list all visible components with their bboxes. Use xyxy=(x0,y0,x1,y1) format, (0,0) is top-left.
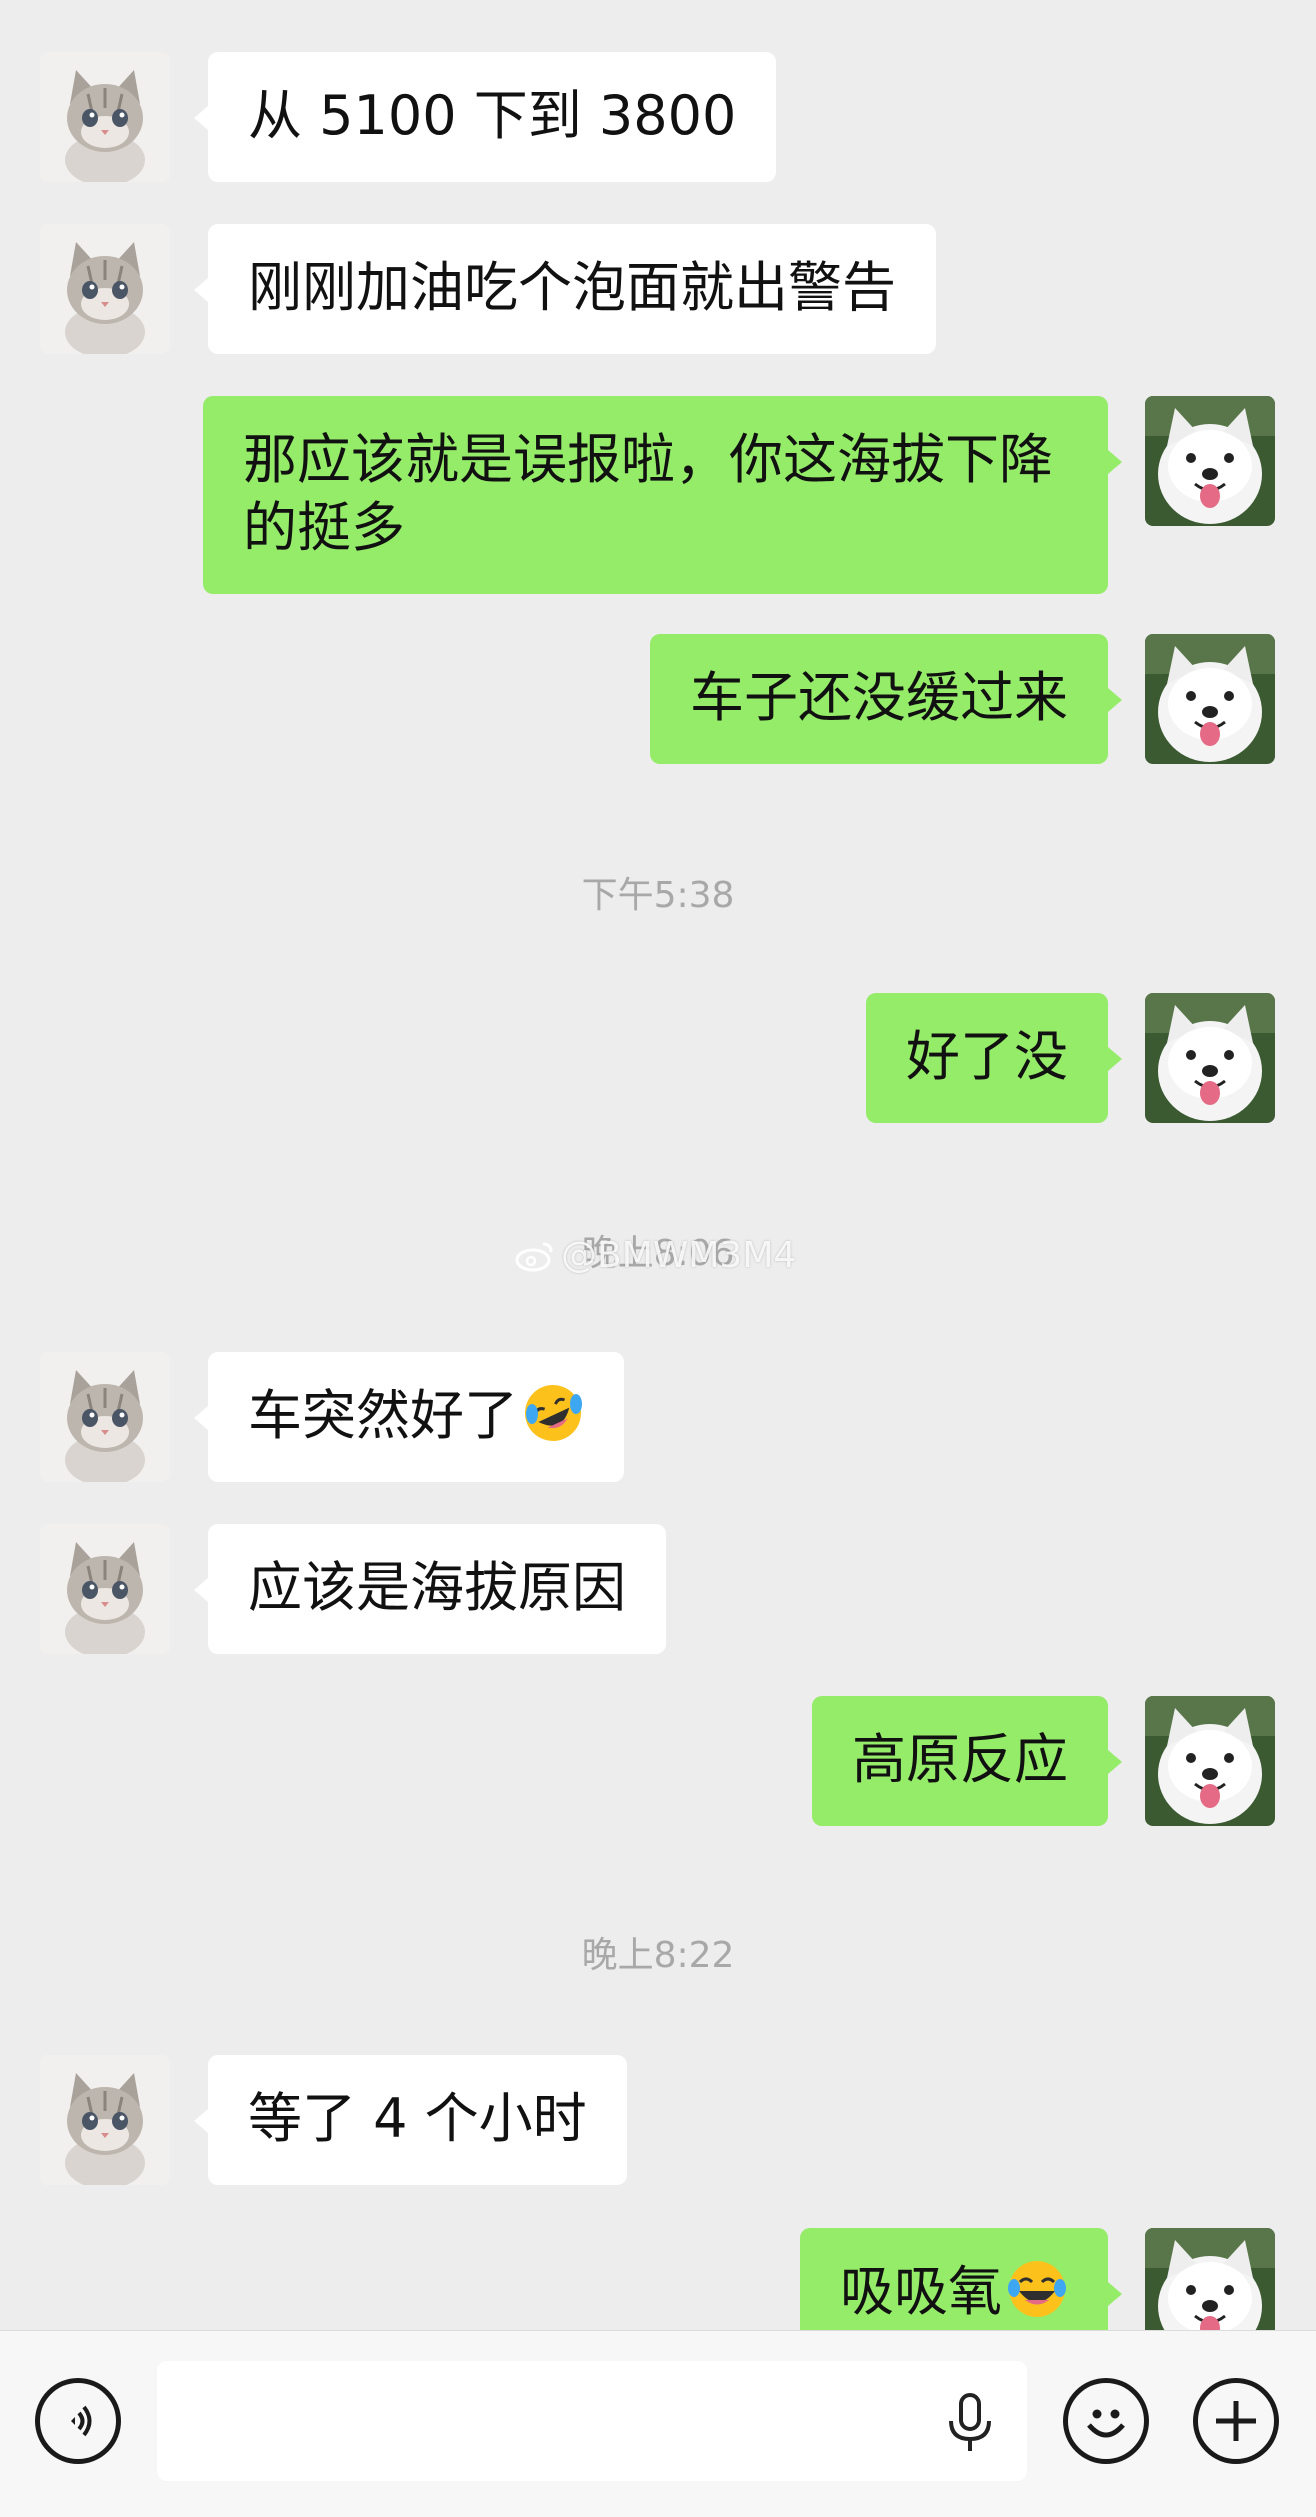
message-text: 车突然好了 xyxy=(248,1384,518,1447)
outgoing-message-bubble[interactable]: 车子还没缓过来 xyxy=(650,634,1122,764)
incoming-message-bubble[interactable]: 等了 4 个小时 xyxy=(194,2055,627,2185)
kitten-avatar[interactable] xyxy=(40,52,170,182)
emoji-icon xyxy=(1087,2409,1125,2438)
message-text: 从 5100 下到 3800 xyxy=(248,84,737,147)
samoyed-avatar[interactable] xyxy=(1145,634,1275,764)
voice-button[interactable] xyxy=(35,2378,121,2464)
message-timestamp: 晚上8:22 xyxy=(581,1935,735,1976)
outgoing-message-bubble[interactable]: 那应该就是误报啦，你这海拔下降的挺多 xyxy=(203,396,1122,594)
samoyed-avatar[interactable] xyxy=(1145,1696,1275,1826)
message-text: 等了 4 个小时 xyxy=(248,2087,587,2150)
kitten-avatar[interactable] xyxy=(40,1352,170,1482)
samoyed-avatar[interactable] xyxy=(1145,2228,1275,2330)
chat-message-area[interactable]: 从 5100 下到 3800 刚刚加油吃个泡面就出警告 那应该就是误报啦，你这海… xyxy=(0,0,1316,2330)
message-timestamp: 下午5:38 xyxy=(581,875,735,916)
kitten-avatar[interactable] xyxy=(40,224,170,354)
rolling-on-floor-laughing-emoji xyxy=(525,1385,582,1441)
weibo-icon xyxy=(515,1242,553,1271)
incoming-message-bubble[interactable]: 刚刚加油吃个泡面就出警告 xyxy=(194,224,936,354)
message-text: 那应该就是误报啦，你这海拔下降的挺多 xyxy=(243,428,1053,559)
outgoing-message-bubble[interactable]: 好了没 xyxy=(866,993,1122,1123)
message-text: 刚刚加油吃个泡面就出警告 xyxy=(248,256,896,319)
outgoing-message-bubble[interactable]: 吸吸氧 xyxy=(800,2228,1122,2330)
message-text: 车子还没缓过来 xyxy=(690,666,1068,729)
watermark: @BMWM3M4 xyxy=(515,1235,796,1276)
incoming-message-bubble[interactable]: 从 5100 下到 3800 xyxy=(193,52,777,182)
kitten-avatar[interactable] xyxy=(40,1524,170,1654)
message-text: 吸吸氧 xyxy=(840,2260,1002,2323)
microphone-icon[interactable] xyxy=(942,2393,998,2455)
samoyed-avatar[interactable] xyxy=(1145,396,1275,526)
emoji-button[interactable] xyxy=(1063,2378,1149,2464)
input-bar xyxy=(0,2330,1316,2517)
incoming-message-bubble[interactable]: 车突然好了 xyxy=(194,1352,624,1482)
voice-icon xyxy=(71,2405,92,2437)
incoming-message-bubble[interactable]: 应该是海拔原因 xyxy=(194,1524,666,1654)
kitten-avatar[interactable] xyxy=(40,2055,170,2185)
outgoing-message-bubble[interactable]: 高原反应 xyxy=(812,1696,1122,1826)
message-text: 好了没 xyxy=(906,1025,1068,1088)
more-button[interactable] xyxy=(1193,2378,1279,2464)
face-with-tears-of-joy-emoji xyxy=(1008,2261,1066,2317)
message-text: 高原反应 xyxy=(852,1728,1068,1791)
watermark-text: @BMWM3M4 xyxy=(561,1235,797,1276)
plus-icon xyxy=(1216,2401,1256,2441)
message-text: 应该是海拔原因 xyxy=(248,1556,626,1619)
message-input[interactable] xyxy=(157,2361,1027,2481)
samoyed-avatar[interactable] xyxy=(1145,993,1275,1123)
